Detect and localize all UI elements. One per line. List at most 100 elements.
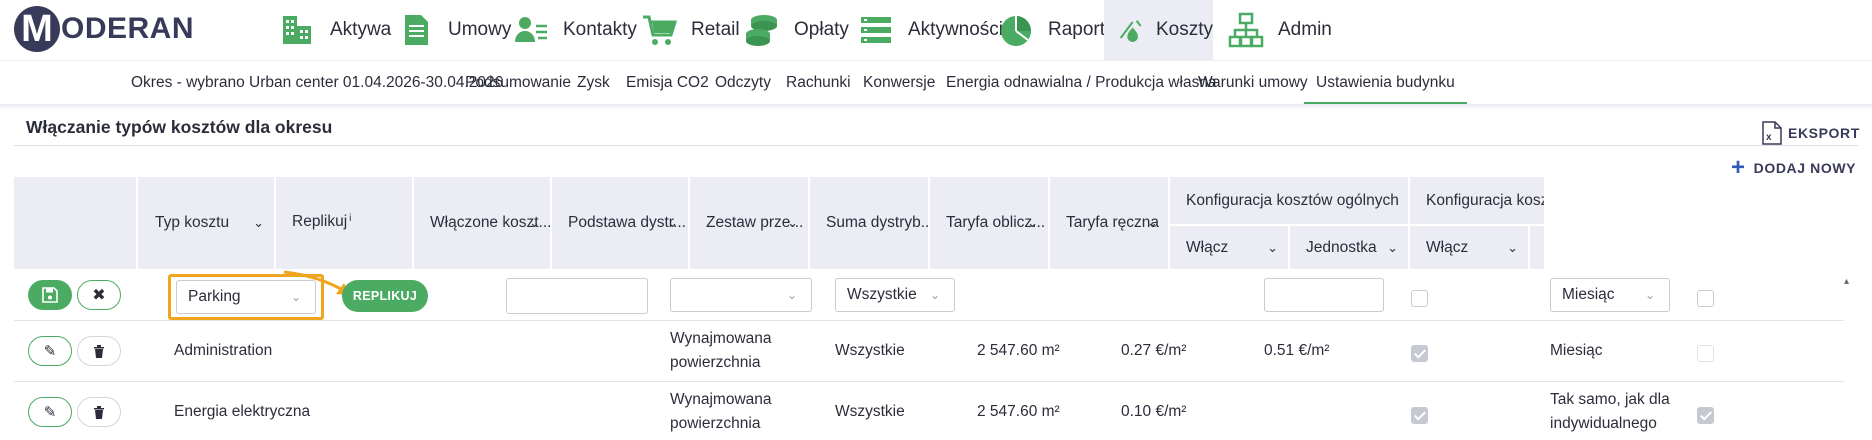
list-icon: [861, 17, 891, 43]
podstawa-cell: Wynajmowana: [670, 391, 772, 408]
podstawa-cell: Wynajmowana: [670, 330, 772, 347]
add-new-button[interactable]: + DODAJ NOWY: [1731, 154, 1857, 181]
wlacz-2-checkbox[interactable]: [1697, 290, 1714, 307]
chevron-down-icon: ⌄: [529, 215, 540, 230]
header-label: Suma dystryb...: [826, 214, 928, 231]
nav-label: Aktywności: [908, 19, 1004, 40]
chevron-down-icon: ⌄: [929, 288, 940, 302]
nav-item-koszty[interactable]: Koszty: [1104, 0, 1213, 60]
jednostka-cell: Miesiąc: [1550, 342, 1603, 359]
header-overflow: [1530, 226, 1544, 269]
header-podstawa[interactable]: Podstawa dystr... ⌄: [552, 177, 688, 269]
header-taryfa-reczna[interactable]: Taryfa ręczna ⌄: [1050, 177, 1168, 269]
header-shadow: [0, 104, 1872, 110]
nav-item-raporty[interactable]: Raporty: [998, 0, 1115, 60]
buildings-icon: [283, 16, 311, 44]
pencil-icon: ✎: [43, 404, 57, 421]
suma-cell: 2 547.60 m²: [977, 342, 1060, 359]
edit-button[interactable]: ✎: [28, 397, 72, 427]
nav-label: Kontakty: [563, 19, 637, 40]
header-taryfa-oblicz[interactable]: Taryfa oblicz... ⌄: [930, 177, 1048, 269]
sub-navigation: Okres - wybrano Urban center 01.04.2026-…: [0, 60, 1872, 105]
export-button[interactable]: x EKSPORT: [1762, 121, 1860, 145]
logo-mark: M: [14, 6, 60, 52]
chevron-down-icon: ⌄: [253, 215, 264, 230]
taryfa-reczna-input[interactable]: [1264, 278, 1384, 312]
nav-label: Koszty: [1155, 19, 1213, 40]
chevron-down-icon: ⌄: [1147, 215, 1158, 230]
podstawa-select[interactable]: ⌄: [670, 278, 812, 312]
wlacz-checkbox[interactable]: [1411, 290, 1428, 307]
edit-button[interactable]: ✎: [28, 336, 72, 366]
wlacz-checkbox: [1411, 345, 1428, 362]
select-value: Wszystkie: [847, 286, 917, 303]
tab-warunki-umowy[interactable]: Warunki umowy: [1198, 61, 1308, 105]
tab-energia-odnawialna[interactable]: Energia odnawialna / Produkcja własna: [946, 61, 1217, 105]
header-jednostka[interactable]: Jednostka ⌄: [1290, 226, 1408, 269]
tab-ustawienia-budynku[interactable]: Ustawienia budynku: [1304, 61, 1467, 105]
nav-item-retail[interactable]: Retail: [641, 0, 740, 60]
header-label: Replikuj: [292, 213, 348, 230]
header-konfiguracja-ogolnych: Konfiguracja kosztów ogólnych: [1170, 177, 1408, 224]
tab-konwersje[interactable]: Konwersje: [863, 61, 935, 105]
delete-button[interactable]: [77, 397, 121, 427]
contacts-icon: [515, 17, 547, 42]
trash-icon: [94, 345, 104, 358]
nav-item-umowy[interactable]: Umowy: [398, 0, 511, 60]
zestaw-cell: Wszystkie: [835, 403, 905, 420]
jednostka-cell: indywidualnego: [1550, 415, 1657, 432]
excel-icon: x: [1762, 121, 1782, 145]
wlaczone-koszty-input[interactable]: [506, 278, 648, 314]
taryfa-reczna-cell: 0.51 €/m²: [1264, 342, 1330, 359]
period-selector[interactable]: Okres - wybrano Urban center 01.04.2026-…: [131, 61, 503, 105]
moderan-logo[interactable]: M ODERAN: [14, 6, 194, 52]
hierarchy-icon: [1228, 12, 1264, 48]
zestaw-select[interactable]: Wszystkie ⌄: [835, 278, 955, 312]
header-typ-kosztu[interactable]: Typ kosztu ⌄: [138, 177, 274, 269]
chevron-down-icon: ⌄: [787, 215, 798, 230]
header-zestaw[interactable]: Zestaw prze... ⌄: [690, 177, 808, 269]
actions-header: [14, 177, 136, 269]
header-wlaczone-koszty[interactable]: Włączone koszt... ⌄: [414, 177, 550, 269]
nav-label: Retail: [691, 19, 740, 40]
jednostka-cell: Tak samo, jak dla: [1550, 391, 1670, 408]
chevron-down-icon: ⌄: [667, 215, 678, 230]
nav-item-admin[interactable]: Admin: [1228, 0, 1332, 60]
nav-item-aktywa[interactable]: Aktywa: [280, 0, 391, 60]
header-wlacz[interactable]: Włącz ⌄: [1170, 226, 1288, 269]
cancel-button[interactable]: ✖: [77, 280, 121, 310]
chevron-down-icon: ⌄: [1507, 239, 1518, 255]
save-button[interactable]: [28, 280, 72, 310]
add-new-label: DODAJ NOWY: [1753, 160, 1857, 176]
replikuj-button[interactable]: REPLIKUJ: [342, 280, 428, 312]
delete-button[interactable]: [77, 336, 121, 366]
nav-label: Opłaty: [794, 19, 849, 40]
nav-item-aktywnosci[interactable]: Aktywności: [858, 0, 1003, 60]
chevron-down-icon: ⌄: [1267, 239, 1278, 255]
scroll-up-icon[interactable]: ▴: [1844, 276, 1852, 290]
wlacz-checkbox: [1411, 407, 1428, 424]
tab-zysk[interactable]: Zysk: [577, 61, 610, 105]
header-label: Jednostka: [1306, 238, 1377, 256]
wlacz-2-checkbox: [1697, 407, 1714, 424]
chevron-down-icon: ⌄: [1027, 215, 1038, 230]
typ-kosztu-cell: Energia elektryczna: [174, 403, 311, 420]
info-icon[interactable]: i: [349, 213, 351, 224]
header-wlacz-2[interactable]: Włącz ⌄: [1410, 226, 1528, 269]
header-label: Typ kosztu: [155, 214, 230, 231]
taryfa-oblicz-cell: 0.10 €/m²: [1121, 403, 1187, 420]
plus-icon: +: [1731, 154, 1746, 181]
chevron-down-icon: ⌄: [786, 288, 797, 302]
tab-emisja-co2[interactable]: Emisja CO2: [626, 61, 709, 105]
nav-item-oplaty[interactable]: Opłaty: [744, 0, 849, 60]
costs-icon: [1119, 20, 1142, 42]
row-divider: [14, 381, 1844, 382]
tab-podsumowanie[interactable]: Podsumowanie: [465, 61, 571, 105]
zestaw-cell: Wszystkie: [835, 342, 905, 359]
tab-odczyty[interactable]: Odczyty: [715, 61, 771, 105]
nav-item-kontakty[interactable]: Kontakty: [513, 0, 637, 60]
logo-text: ODERAN: [61, 12, 195, 45]
tab-rachunki[interactable]: Rachunki: [786, 61, 851, 105]
jednostka-select[interactable]: Miesiąc ⌄: [1550, 278, 1670, 312]
header-konfiguracja-other: Konfiguracja kosztów: [1410, 177, 1544, 224]
